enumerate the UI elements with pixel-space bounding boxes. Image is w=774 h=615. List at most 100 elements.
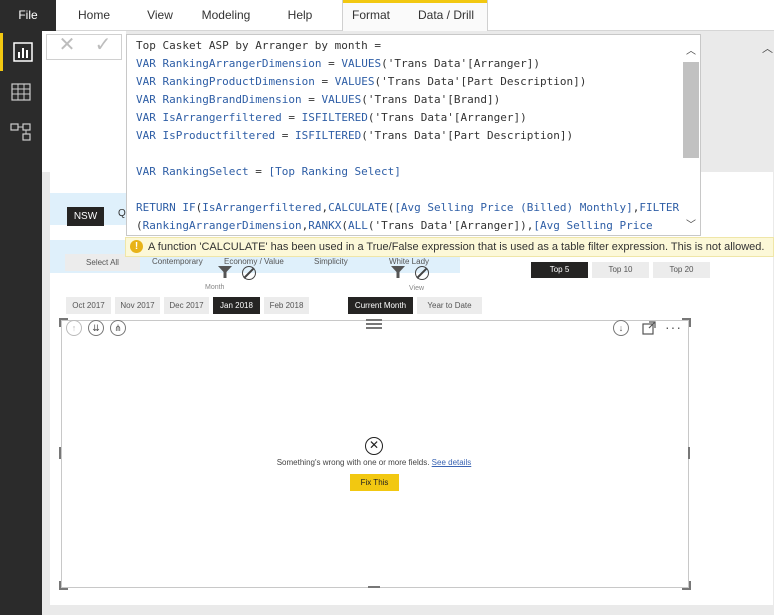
code-token: ('Trans Data'[Part Description]) bbox=[374, 75, 587, 88]
editor-scroll-thumb[interactable] bbox=[683, 62, 699, 158]
more-options-icon[interactable]: ··· bbox=[665, 319, 682, 335]
resize-handle-bottom-right[interactable] bbox=[682, 581, 691, 590]
tab-home[interactable]: Home bbox=[66, 0, 122, 31]
code-token: IF bbox=[182, 201, 196, 214]
top-20-button[interactable]: Top 20 bbox=[653, 262, 710, 278]
month-feb-2018[interactable]: Feb 2018 bbox=[264, 297, 309, 314]
month-nov-2017[interactable]: Nov 2017 bbox=[115, 297, 160, 314]
report-view-button[interactable] bbox=[0, 33, 42, 71]
view-filter-icon[interactable] bbox=[391, 265, 405, 279]
model-view-button[interactable] bbox=[0, 113, 42, 151]
code-token: [Avg Selling Price bbox=[533, 219, 653, 232]
code-token: ISFILTERED bbox=[301, 111, 368, 124]
code-token: ('Trans Data'[Arranger]) bbox=[381, 57, 541, 70]
code-token: VAR bbox=[136, 93, 163, 106]
view-current-month[interactable]: Current Month bbox=[348, 297, 413, 314]
resize-handle-top-left[interactable] bbox=[59, 318, 68, 327]
code-line[interactable]: VAR RankingProductDimension = VALUES('Tr… bbox=[136, 73, 700, 91]
resize-handle-bottom-left[interactable] bbox=[59, 581, 68, 590]
tab-modeling[interactable]: Modeling bbox=[192, 0, 260, 31]
segment-contemporary[interactable]: Contemporary bbox=[152, 257, 203, 266]
drill-up-icon[interactable]: ↑ bbox=[66, 320, 82, 336]
month-dec-2017[interactable]: Dec 2017 bbox=[164, 297, 209, 314]
code-token: IsArrangerfiltered bbox=[202, 201, 322, 214]
code-token: IsArrangerfiltered bbox=[162, 111, 282, 124]
code-line[interactable]: RETURN IF(IsArrangerfiltered,CALCULATE([… bbox=[136, 199, 700, 217]
view-year-to-date[interactable]: Year to Date bbox=[417, 297, 482, 314]
resize-handle-bottom[interactable] bbox=[368, 586, 380, 588]
drag-grip-line[interactable] bbox=[366, 327, 382, 329]
top-5-button[interactable]: Top 5 bbox=[531, 262, 588, 278]
left-navigation bbox=[0, 31, 42, 615]
code-token: ( bbox=[341, 219, 348, 232]
resize-handle-top-right[interactable] bbox=[682, 318, 691, 327]
code-token: ('Trans Data'[Brand]) bbox=[361, 93, 501, 106]
model-view-icon bbox=[10, 123, 31, 141]
data-view-button[interactable] bbox=[0, 73, 42, 111]
code-token: VAR bbox=[136, 111, 163, 124]
month-oct-2017[interactable]: Oct 2017 bbox=[66, 297, 111, 314]
code-token: = bbox=[301, 93, 322, 106]
code-token: RankingArrangerDimension bbox=[142, 219, 302, 232]
code-token: RankingArrangerDimension bbox=[162, 57, 322, 70]
drill-mode-icon[interactable]: ↓ bbox=[613, 320, 629, 336]
warning-icon: ! bbox=[130, 240, 143, 253]
code-token: VALUES bbox=[341, 57, 382, 70]
tab-format[interactable]: Format bbox=[342, 0, 400, 31]
code-token: [Avg Selling Price (Billed) Monthly] bbox=[394, 201, 633, 214]
file-tab[interactable]: File bbox=[0, 0, 56, 31]
code-token: [Top Ranking Select] bbox=[268, 165, 401, 178]
code-token: ('Trans Data'[Part Description]) bbox=[361, 129, 574, 142]
chevron-down-icon[interactable]: ﹀ bbox=[684, 216, 698, 231]
see-details-link[interactable]: See details bbox=[432, 458, 472, 467]
code-line[interactable]: (RankingArrangerDimension,RANKX(ALL('Tra… bbox=[136, 217, 700, 235]
top-10-button[interactable]: Top 10 bbox=[592, 262, 649, 278]
expand-next-level-icon[interactable]: ⋔ bbox=[110, 320, 126, 336]
code-line[interactable]: VAR RankingSelect = [Top Ranking Select] bbox=[136, 163, 700, 181]
code-line[interactable]: Top Casket ASP by Arranger by month = bbox=[136, 37, 700, 55]
filter-icon[interactable] bbox=[218, 265, 232, 279]
code-token: FILTER bbox=[639, 201, 680, 214]
chevron-up-icon[interactable]: ︿ bbox=[684, 42, 698, 57]
dax-formula-editor[interactable]: Top Casket ASP by Arranger by month = VAR… bbox=[126, 34, 701, 236]
drag-grip-icon[interactable] bbox=[366, 319, 382, 321]
resize-handle-left[interactable] bbox=[59, 447, 61, 459]
tab-help[interactable]: Help bbox=[274, 0, 326, 31]
segment-economy-value[interactable]: Economy / Value bbox=[224, 257, 284, 266]
formula-error-bar: ! A function 'CALCULATE' has been used i… bbox=[125, 237, 774, 257]
drag-grip-line[interactable] bbox=[366, 323, 382, 325]
code-line[interactable]: VAR RankingBrandDimension = VALUES('Tran… bbox=[136, 91, 700, 109]
code-token: IsProductfiltered bbox=[162, 129, 276, 142]
view-clear-filter-icon[interactable] bbox=[415, 266, 429, 280]
code-line[interactable] bbox=[136, 145, 700, 163]
code-token: Top Casket ASP by Arranger by month = bbox=[136, 39, 382, 52]
code-token: RankingBrandDimension bbox=[162, 93, 302, 106]
code-token: VAR bbox=[136, 57, 163, 70]
tab-data-drill[interactable]: Data / Drill bbox=[408, 0, 484, 31]
code-token: VALUES bbox=[334, 75, 375, 88]
code-line[interactable]: VAR RankingArrangerDimension = VALUES('T… bbox=[136, 55, 700, 73]
state-chip-partial[interactable]: Q bbox=[118, 208, 126, 219]
code-line[interactable]: VAR IsArrangerfiltered = ISFILTERED('Tra… bbox=[136, 109, 700, 127]
tab-view[interactable]: View bbox=[136, 0, 184, 31]
code-line[interactable] bbox=[136, 181, 700, 199]
segment-simplicity[interactable]: Simplicity bbox=[314, 257, 348, 266]
code-token: = bbox=[248, 165, 269, 178]
cancel-formula-icon[interactable]: ✕ bbox=[53, 34, 81, 56]
ribbon: File Home View Modeling Help Format Data… bbox=[0, 0, 774, 31]
resize-handle-right[interactable] bbox=[688, 447, 690, 459]
clear-filter-icon[interactable] bbox=[242, 266, 256, 280]
fix-this-button[interactable]: Fix This bbox=[350, 474, 399, 491]
code-token: ISFILTERED bbox=[294, 129, 362, 142]
code-token: = bbox=[321, 57, 342, 70]
commit-formula-icon[interactable]: ✓ bbox=[89, 34, 117, 56]
view-slicer-label: View bbox=[409, 285, 425, 292]
state-chip-nsw[interactable]: NSW bbox=[67, 207, 104, 226]
code-line[interactable]: VAR IsProductfiltered = ISFILTERED('Tran… bbox=[136, 127, 700, 145]
drill-down-all-icon[interactable]: ⇊ bbox=[88, 320, 104, 336]
visual-error-message: Something's wrong with one or more field… bbox=[200, 458, 548, 467]
focus-mode-icon[interactable] bbox=[642, 321, 656, 335]
code-token: ( bbox=[136, 219, 143, 232]
collapse-formula-bar-icon[interactable]: ︿ bbox=[762, 40, 773, 56]
month-jan-2018[interactable]: Jan 2018 bbox=[213, 297, 260, 314]
